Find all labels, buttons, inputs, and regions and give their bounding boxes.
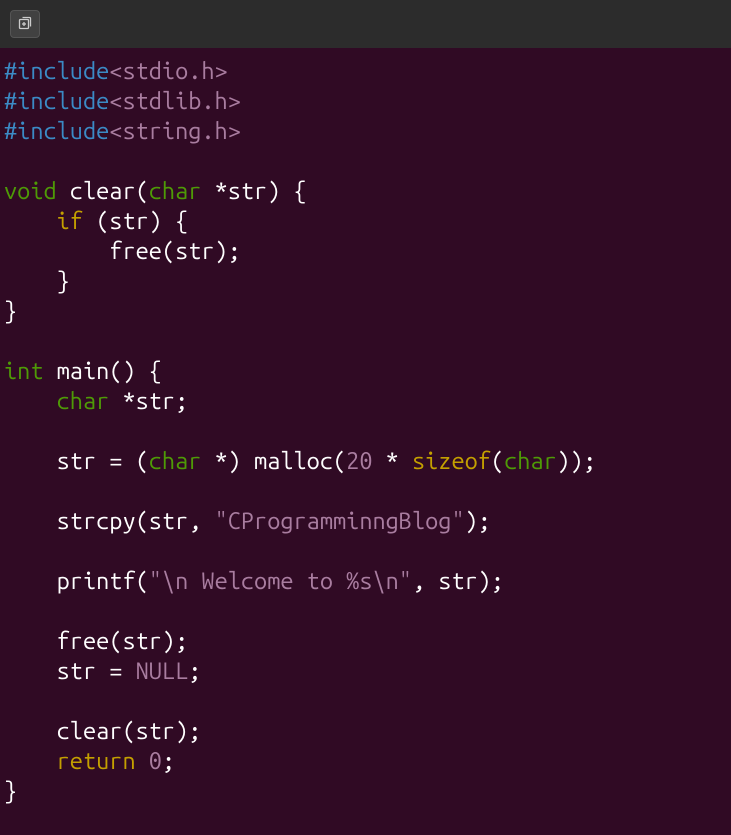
new-tab-icon	[17, 16, 33, 32]
token-plain: *str) {	[201, 178, 306, 204]
token-plain: printf(	[4, 568, 149, 594]
token-string: "CProgramminngBlog"	[215, 508, 465, 534]
token-plain: free(str);	[4, 238, 241, 264]
token-header: <stdio.h>	[109, 58, 227, 84]
code-line: char *str;	[4, 386, 727, 416]
token-plain: *str;	[109, 388, 188, 414]
token-type: char	[149, 448, 202, 474]
token-plain: }	[4, 268, 70, 294]
titlebar	[0, 0, 731, 48]
token-plain: str = (	[4, 448, 149, 474]
token-plain	[4, 208, 57, 234]
code-line: str = NULL;	[4, 656, 727, 686]
code-line: }	[4, 296, 727, 326]
code-line: printf("\n Welcome to %s\n", str);	[4, 566, 727, 596]
code-line: free(str);	[4, 236, 727, 266]
token-plain: ;	[162, 748, 175, 774]
code-line: }	[4, 776, 727, 806]
token-plain: (str) {	[83, 208, 188, 234]
token-string: "\n Welcome to %s\n"	[149, 568, 412, 594]
code-line	[4, 146, 727, 176]
new-tab-button[interactable]	[10, 10, 40, 38]
code-line: clear(str);	[4, 716, 727, 746]
code-line: if (str) {	[4, 206, 727, 236]
token-plain: strcpy(str,	[4, 508, 215, 534]
token-plain: clear(str);	[4, 718, 201, 744]
token-type: int	[4, 358, 43, 384]
token-plain: (	[491, 448, 504, 474]
token-plain: ;	[188, 658, 201, 684]
code-line: }	[4, 266, 727, 296]
token-plain: , str);	[412, 568, 504, 594]
token-type: char	[57, 388, 110, 414]
token-type: char	[504, 448, 557, 474]
token-type: void	[4, 178, 57, 204]
token-plain: str =	[4, 658, 136, 684]
code-line: #include<stdio.h>	[4, 56, 727, 86]
token-plain	[136, 748, 149, 774]
token-plain: ));	[557, 448, 596, 474]
code-line	[4, 416, 727, 446]
token-plain: free(str);	[4, 628, 188, 654]
token-keyword-yellow: sizeof	[412, 448, 491, 474]
token-header: <stdlib.h>	[109, 88, 241, 114]
code-line: str = (char *) malloc(20 * sizeof(char))…	[4, 446, 727, 476]
token-plain	[4, 748, 57, 774]
token-preproc: #include	[4, 58, 109, 84]
token-plain: );	[465, 508, 491, 534]
token-number: 0	[149, 748, 162, 774]
code-line: free(str);	[4, 626, 727, 656]
token-null: NULL	[136, 658, 189, 684]
code-line: #include<string.h>	[4, 116, 727, 146]
token-plain: *) malloc(	[201, 448, 346, 474]
token-header: <string.h>	[109, 118, 241, 144]
token-keyword-yellow: return	[57, 748, 136, 774]
token-plain: }	[4, 778, 17, 804]
code-line	[4, 476, 727, 506]
token-plain: *	[373, 448, 412, 474]
code-line	[4, 326, 727, 356]
token-keyword-yellow: if	[57, 208, 83, 234]
token-plain: clear(	[57, 178, 149, 204]
code-line: #include<stdlib.h>	[4, 86, 727, 116]
token-number: 20	[346, 448, 372, 474]
token-preproc: #include	[4, 118, 109, 144]
code-line	[4, 596, 727, 626]
token-plain: main() {	[43, 358, 161, 384]
code-line	[4, 686, 727, 716]
token-type: char	[149, 178, 202, 204]
code-editor[interactable]: #include<stdio.h>#include<stdlib.h>#incl…	[0, 48, 731, 814]
code-line: strcpy(str, "CProgramminngBlog");	[4, 506, 727, 536]
token-preproc: #include	[4, 88, 109, 114]
token-plain: }	[4, 298, 17, 324]
code-line: return 0;	[4, 746, 727, 776]
code-line: int main() {	[4, 356, 727, 386]
token-plain	[4, 388, 57, 414]
code-line	[4, 536, 727, 566]
code-line: void clear(char *str) {	[4, 176, 727, 206]
